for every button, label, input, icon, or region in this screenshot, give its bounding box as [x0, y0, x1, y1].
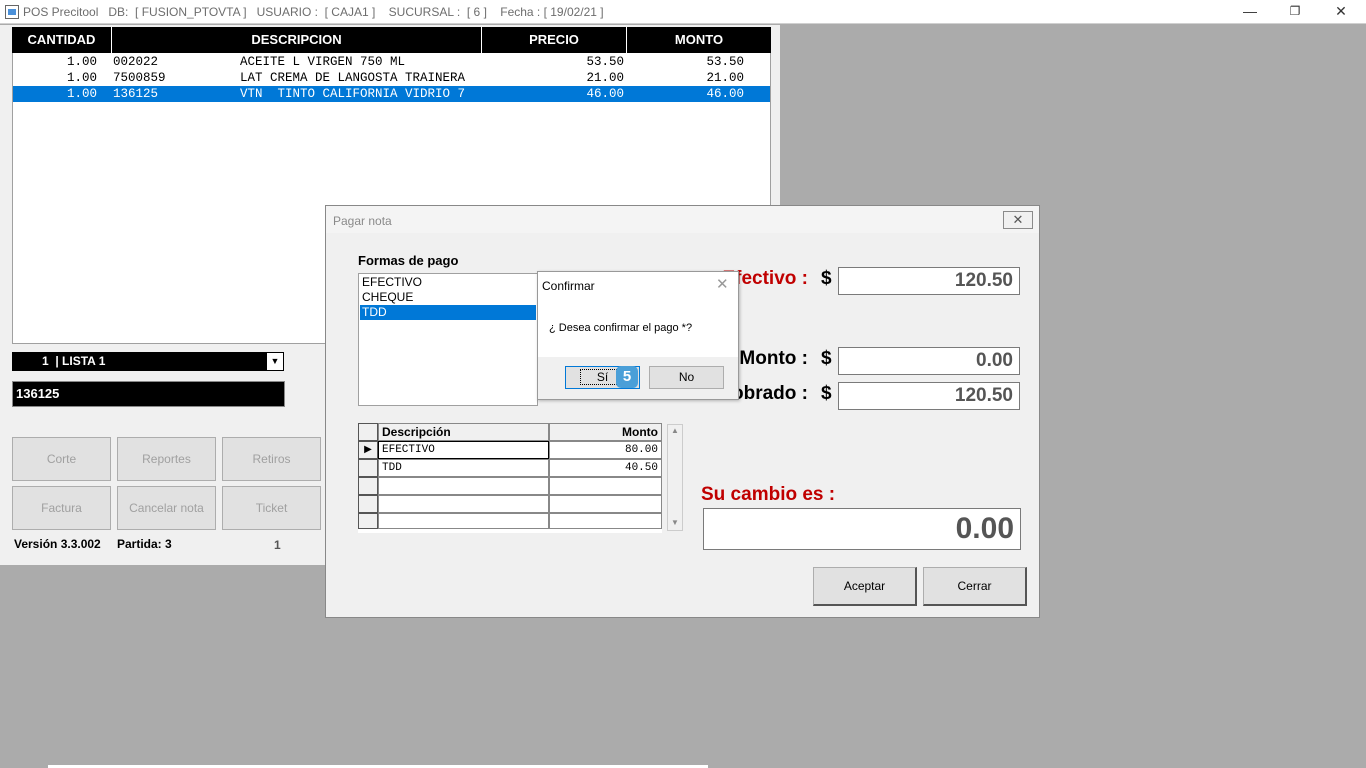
efectivo-field[interactable]: 120.50: [838, 267, 1020, 295]
cell-monto[interactable]: 80.00: [549, 441, 662, 459]
cerrar-button[interactable]: Cerrar: [923, 567, 1027, 606]
row-selector: [358, 459, 378, 477]
header-monto: Monto: [549, 423, 662, 441]
row-header-corner: [358, 423, 378, 441]
restore-button[interactable]: ❐: [1272, 0, 1318, 24]
dialog-title: Pagar nota: [333, 214, 392, 228]
monto-currency: $: [821, 348, 832, 369]
efectivo-currency: $: [821, 268, 832, 289]
table-row[interactable]: [358, 513, 662, 529]
row-selector: [358, 513, 378, 529]
cell-precio: 53.50: [586, 55, 624, 69]
confirm-title: Confirmar: [542, 279, 595, 293]
cobrado-currency: $: [821, 383, 832, 404]
close-icon[interactable]: ✕: [1003, 211, 1033, 229]
cell-precio: 46.00: [586, 87, 624, 101]
header-descripcion: Descripción: [378, 423, 549, 441]
cell-cantidad: 1.00: [66, 55, 97, 69]
cell-descripcion[interactable]: TDD: [378, 459, 549, 477]
table-row[interactable]: 1.00 002022 ACEITE L VIRGEN 750 ML 53.50…: [13, 54, 770, 70]
reportes-button[interactable]: Reportes: [117, 437, 216, 481]
partida-label: Partida: 3: [117, 537, 172, 551]
list-item-selected[interactable]: TDD: [360, 305, 536, 320]
cell-monto[interactable]: [549, 477, 662, 495]
cell-monto[interactable]: [549, 513, 662, 529]
no-button[interactable]: No: [649, 366, 724, 389]
minimize-button[interactable]: —: [1227, 0, 1273, 24]
price-list-value: 1 | LISTA 1: [42, 354, 106, 368]
cell-descripcion[interactable]: [378, 477, 549, 495]
scroll-up-icon[interactable]: ▲: [669, 426, 681, 435]
dialog-title-bar: Pagar nota ✕: [326, 206, 1039, 233]
row-selector: [358, 477, 378, 495]
table-row[interactable]: ▶ EFECTIVO 80.00: [358, 441, 662, 459]
scroll-down-icon[interactable]: ▼: [669, 518, 681, 527]
payments-scrollbar[interactable]: ▲ ▼: [667, 424, 683, 531]
header-cantidad: CANTIDAD: [12, 27, 112, 53]
table-row[interactable]: TDD 40.50: [358, 459, 662, 477]
payments-grid-header: Descripción Monto: [358, 423, 662, 441]
close-icon[interactable]: ✕: [716, 275, 729, 293]
pagar-nota-dialog: Pagar nota ✕ Formas de pago EFECTIVO CHE…: [325, 205, 1040, 618]
cobrado-field[interactable]: 120.50: [838, 382, 1020, 410]
product-code-input[interactable]: 136125: [12, 381, 285, 407]
confirm-button-bar: Sí No 5: [538, 357, 738, 399]
step-badge: 5: [616, 366, 638, 388]
cambio-field: 0.00: [703, 508, 1021, 550]
cambio-label: Su cambio es :: [701, 484, 836, 505]
table-row-selected[interactable]: 1.00 136125 VTN TINTO CALIFORNIA VIDRIO …: [13, 86, 770, 102]
close-button[interactable]: ✕: [1318, 0, 1364, 24]
retiros-button[interactable]: Retiros: [222, 437, 321, 481]
cell-monto[interactable]: 40.50: [549, 459, 662, 477]
row-selector: [358, 495, 378, 513]
cell-monto: 21.00: [706, 71, 744, 85]
ticket-button[interactable]: Ticket: [222, 486, 321, 530]
price-list-select[interactable]: 1 | LISTA 1 ▼: [12, 352, 284, 371]
cell-descripcion: VTN TINTO CALIFORNIA VIDRIO 7: [240, 87, 466, 101]
cell-descripcion[interactable]: [378, 513, 549, 529]
payments-grid[interactable]: Descripción Monto ▶ EFECTIVO 80.00 TDD 4…: [358, 423, 662, 533]
header-monto: MONTO: [674, 32, 724, 47]
payment-methods-list[interactable]: EFECTIVO CHEQUE TDD: [358, 273, 538, 406]
window-title: POS Precitool DB: [ FUSION_PTOVTA ] USUA…: [23, 5, 604, 19]
cell-precio: 21.00: [586, 71, 624, 85]
cell-monto[interactable]: [549, 495, 662, 513]
confirm-message: ¿ Desea confirmar el pago *?: [549, 322, 693, 334]
header-descripcion: DESCRIPCION: [112, 27, 482, 53]
table-row[interactable]: [358, 477, 662, 495]
items-grid-header: CANTIDAD DESCRIPCION PRECIO MONTO: [12, 27, 771, 53]
table-row[interactable]: 1.00 7500859 LAT CREMA DE LANGOSTA TRAIN…: [13, 70, 770, 86]
table-row[interactable]: [358, 495, 662, 513]
cell-descripcion: ACEITE L VIRGEN 750 ML: [240, 55, 406, 69]
factura-button[interactable]: Factura: [12, 486, 111, 530]
cell-codigo: 136125: [113, 87, 159, 101]
cell-cantidad: 1.00: [66, 87, 97, 101]
cell-descripcion: LAT CREMA DE LANGOSTA TRAINERA: [240, 71, 466, 85]
cell-descripcion[interactable]: [378, 495, 549, 513]
app-icon: [5, 5, 19, 19]
chevron-down-icon[interactable]: ▼: [267, 353, 283, 370]
cell-descripcion[interactable]: EFECTIVO: [378, 441, 549, 459]
cell-monto: 46.00: [706, 87, 744, 101]
confirmar-dialog: Confirmar ✕ ¿ Desea confirmar el pago *?…: [537, 271, 739, 400]
monto-field[interactable]: 0.00: [838, 347, 1020, 375]
version-label: Versión 3.3.002: [14, 537, 101, 551]
header-precio: PRECIO: [482, 27, 627, 53]
aceptar-button[interactable]: Aceptar: [813, 567, 917, 606]
corte-button[interactable]: Corte: [12, 437, 111, 481]
row-pointer-icon: ▶: [358, 441, 378, 459]
list-item[interactable]: EFECTIVO: [360, 275, 536, 290]
cancelar-nota-button[interactable]: Cancelar nota: [117, 486, 216, 530]
formas-de-pago-label: Formas de pago: [358, 253, 459, 268]
cell-monto: 53.50: [706, 55, 744, 69]
item-count: 1: [274, 538, 281, 552]
cell-codigo: 002022: [113, 55, 159, 69]
cell-codigo: 7500859: [113, 71, 166, 85]
list-item[interactable]: CHEQUE: [360, 290, 536, 305]
title-bar: POS Precitool DB: [ FUSION_PTOVTA ] USUA…: [0, 0, 1366, 24]
cell-cantidad: 1.00: [66, 71, 97, 85]
